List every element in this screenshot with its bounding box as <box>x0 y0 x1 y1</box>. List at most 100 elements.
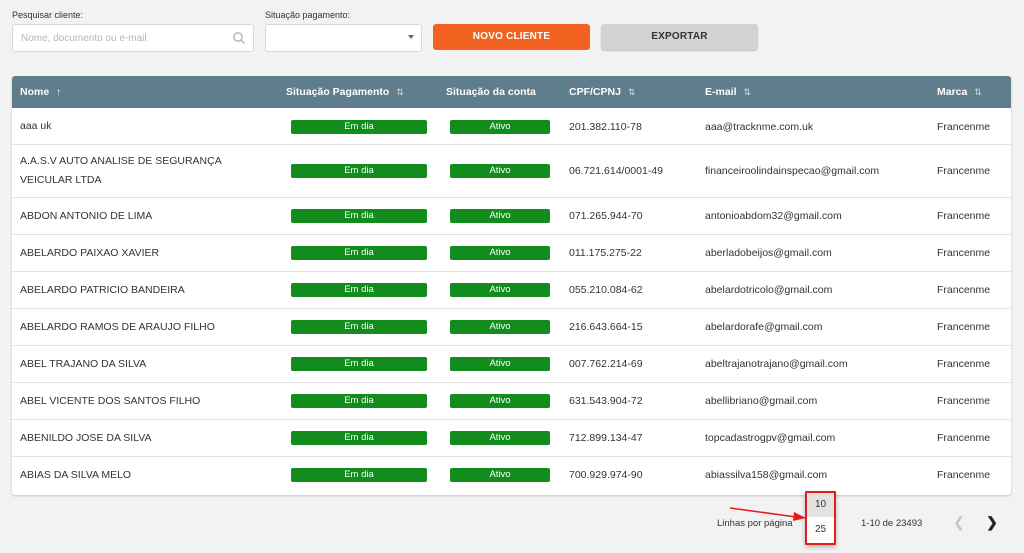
cell-name: ABDON ANTONIO DE LIMA <box>20 210 153 222</box>
sort-ascending-icon: ↑ <box>56 87 62 98</box>
payment-status-select[interactable] <box>265 24 422 52</box>
cell-cpf: 071.265.944-70 <box>569 210 643 222</box>
cell-email: abelardorafe@gmail.com <box>705 321 823 333</box>
payment-status-badge: Em dia <box>291 120 427 134</box>
search-icon[interactable] <box>232 31 246 45</box>
cell-brand: Francenme <box>937 210 991 222</box>
cell-cpf: 700.929.974-90 <box>569 469 643 481</box>
sort-icon: ⇅ <box>743 87 751 97</box>
account-status-badge: Ativo <box>450 357 550 371</box>
cell-cpf: 712.899.134-47 <box>569 432 643 444</box>
cell-email: aaa@tracknme.com.uk <box>705 121 814 133</box>
cell-cpf: 055.210.084-62 <box>569 284 643 296</box>
chevron-left-icon[interactable]: ❮ <box>952 511 966 533</box>
column-header-payment[interactable]: Situação Pagamento ⇅ <box>286 76 404 108</box>
cell-brand: Francenme <box>937 284 991 296</box>
cell-email: financeiroolindainspecao@gmail.com <box>705 165 880 177</box>
cell-cpf: 216.643.664-15 <box>569 321 643 333</box>
table-row[interactable]: ABELARDO PAIXAO XAVIER Em dia Ativo 011.… <box>12 235 1011 272</box>
cell-email: abeltrajanotrajano@gmail.com <box>705 358 848 370</box>
cell-name: ABEL VICENTE DOS SANTOS FILHO <box>20 395 201 407</box>
cell-email: abiassilva158@gmail.com <box>705 469 828 481</box>
cell-name: ABIAS DA SILVA MELO <box>20 469 132 481</box>
account-status-badge: Ativo <box>450 431 550 445</box>
column-header-brand[interactable]: Marca ⇅ <box>937 76 982 108</box>
account-status-badge: Ativo <box>450 394 550 408</box>
column-header-cpf[interactable]: CPF/CPNJ ⇅ <box>569 76 635 108</box>
column-cpf-label: CPF/CPNJ <box>569 86 621 98</box>
payment-status-badge: Em dia <box>291 283 427 297</box>
cell-name: aaa uk <box>20 120 52 132</box>
cell-name: ABELARDO RAMOS DE ARAUJO FILHO <box>20 321 215 333</box>
sort-icon: ⇅ <box>974 87 982 97</box>
column-email-label: E-mail <box>705 86 737 98</box>
cell-name: A.A.S.V AUTO ANALISE DE SEGURANÇA VEICUL… <box>20 155 222 186</box>
payment-status-badge: Em dia <box>291 394 427 408</box>
column-account-label: Situação da conta <box>446 86 536 98</box>
table-row[interactable]: ABIAS DA SILVA MELO Em dia Ativo 700.929… <box>12 457 1011 494</box>
payment-status-badge: Em dia <box>291 209 427 223</box>
sort-icon: ⇅ <box>627 87 636 97</box>
cell-brand: Francenme <box>937 121 991 133</box>
rows-per-page-option-25[interactable]: 25 <box>807 518 834 542</box>
export-button[interactable]: EXPORTAR <box>601 24 758 50</box>
table-header: Nome ↑ Situação Pagamento ⇅ Situação da … <box>12 76 1011 108</box>
search-box[interactable] <box>12 24 254 52</box>
cell-brand: Francenme <box>937 165 991 177</box>
table-body: aaa uk Em dia Ativo 201.382.110-78 aaa@t… <box>12 108 1011 494</box>
account-status-badge: Ativo <box>450 320 550 334</box>
column-brand-label: Marca <box>937 86 968 98</box>
column-header-account[interactable]: Situação da conta <box>446 76 536 108</box>
column-header-name[interactable]: Nome ↑ <box>20 76 61 108</box>
payment-status-badge: Em dia <box>291 357 427 371</box>
cell-cpf: 631.543.904-72 <box>569 395 643 407</box>
payment-status-badge: Em dia <box>291 468 427 482</box>
cell-brand: Francenme <box>937 247 991 259</box>
chevron-right-icon[interactable]: ❯ <box>985 511 999 533</box>
clients-table: Nome ↑ Situação Pagamento ⇅ Situação da … <box>12 76 1011 495</box>
payment-status-badge: Em dia <box>291 164 427 178</box>
column-header-email[interactable]: E-mail ⇅ <box>705 76 751 108</box>
cell-email: aberladobeijos@gmail.com <box>705 247 832 259</box>
arrow-annotation-icon <box>729 507 806 521</box>
search-input[interactable] <box>13 25 223 51</box>
pagination-bar: Linhas por página 1-10 de 23493 ❮ ❯ <box>0 495 1024 553</box>
cell-email: topcadastrogpv@gmail.com <box>705 432 836 444</box>
rows-per-page-option-10[interactable]: 10 <box>807 493 834 517</box>
cell-cpf: 201.382.110-78 <box>569 121 642 133</box>
table-row[interactable]: ABENILDO JOSE DA SILVA Em dia Ativo 712.… <box>12 420 1011 457</box>
search-label: Pesquisar cliente: <box>12 10 84 20</box>
cell-name: ABELARDO PATRICIO BANDEIRA <box>20 284 185 296</box>
account-status-badge: Ativo <box>450 209 550 223</box>
cell-brand: Francenme <box>937 358 991 370</box>
payment-status-badge: Em dia <box>291 320 427 334</box>
filters-bar: Pesquisar cliente: Situação pagamento: N… <box>0 0 1024 60</box>
rows-per-page-dropdown[interactable]: 10 25 <box>805 491 836 545</box>
payment-status-badge: Em dia <box>291 246 427 260</box>
cell-email: abellibriano@gmail.com <box>705 395 818 407</box>
table-row[interactable]: ABELARDO RAMOS DE ARAUJO FILHO Em dia At… <box>12 309 1011 346</box>
cell-email: abelardotricolo@gmail.com <box>705 284 833 296</box>
account-status-badge: Ativo <box>450 283 550 297</box>
account-status-badge: Ativo <box>450 120 550 134</box>
cell-brand: Francenme <box>937 469 991 481</box>
table-row[interactable]: ABELARDO PATRICIO BANDEIRA Em dia Ativo … <box>12 272 1011 309</box>
cell-cpf: 06.721.614/0001-49 <box>569 165 664 177</box>
account-status-badge: Ativo <box>450 164 550 178</box>
table-row[interactable]: A.A.S.V AUTO ANALISE DE SEGURANÇA VEICUL… <box>12 145 1011 198</box>
cell-brand: Francenme <box>937 432 991 444</box>
pagination-range: 1-10 de 23493 <box>861 518 923 529</box>
column-name-label: Nome <box>20 86 50 98</box>
cell-cpf: 007.762.214-69 <box>569 358 643 370</box>
cell-name: ABENILDO JOSE DA SILVA <box>20 432 152 444</box>
table-row[interactable]: ABDON ANTONIO DE LIMA Em dia Ativo 071.2… <box>12 198 1011 235</box>
payment-status-badge: Em dia <box>291 431 427 445</box>
table-row[interactable]: aaa uk Em dia Ativo 201.382.110-78 aaa@t… <box>12 108 1011 145</box>
sort-icon: ⇅ <box>396 87 404 97</box>
table-row[interactable]: ABEL TRAJANO DA SILVA Em dia Ativo 007.7… <box>12 346 1011 383</box>
new-client-button[interactable]: NOVO CLIENTE <box>433 24 590 50</box>
table-row[interactable]: ABEL VICENTE DOS SANTOS FILHO Em dia Ati… <box>12 383 1011 420</box>
cell-name: ABELARDO PAIXAO XAVIER <box>20 247 160 259</box>
cell-name: ABEL TRAJANO DA SILVA <box>20 358 147 370</box>
column-payment-label: Situação Pagamento <box>286 86 390 98</box>
